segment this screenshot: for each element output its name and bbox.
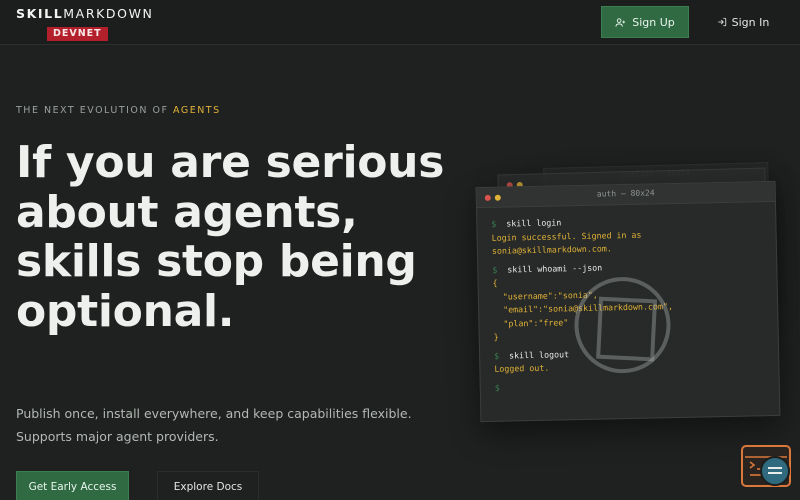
terminal-output-text: "plan":"free" bbox=[493, 316, 569, 329]
brand-name: SKILLMARKDOWN bbox=[16, 6, 154, 21]
user-plus-icon bbox=[615, 17, 626, 28]
terminal-prompt: $ bbox=[494, 381, 510, 393]
chat-avatar-icon[interactable] bbox=[760, 456, 790, 486]
terminal-output-text: } bbox=[493, 331, 499, 342]
terminal-command: skill login bbox=[506, 217, 562, 229]
top-nav: SKILLMARKDOWN DEVNET Sign Up Sign In bbox=[0, 0, 800, 45]
devnet-badge: DEVNET bbox=[47, 27, 108, 41]
terminal-output-text: Logged out. bbox=[494, 362, 550, 374]
terminal-prompt: $ bbox=[492, 264, 508, 275]
explore-docs-button[interactable]: Explore Docs bbox=[157, 471, 259, 500]
terminal-prompt: $ bbox=[493, 350, 510, 361]
get-early-access-button[interactable]: Get Early Access bbox=[16, 471, 129, 500]
hero-providers-note: Supports major agent providers. bbox=[16, 429, 219, 444]
terminal-output-text: { bbox=[492, 277, 498, 288]
hero-subtitle: Publish once, install everywhere, and ke… bbox=[16, 406, 412, 421]
hero-eyebrow: THE NEXT EVOLUTION OF AGENTS bbox=[16, 105, 221, 116]
chat-lines-icon bbox=[768, 467, 782, 474]
terminal-command: skill logout bbox=[508, 348, 570, 361]
sign-up-label: Sign Up bbox=[632, 15, 675, 29]
brand-logo[interactable]: SKILLMARKDOWN DEVNET bbox=[16, 7, 153, 41]
sign-in-button[interactable]: Sign In bbox=[711, 6, 775, 38]
terminal-title: auth — 80x24 bbox=[596, 188, 655, 199]
terminal-output: $ skill login Login successful. Signed in… bbox=[477, 202, 779, 405]
terminal-output-text: Login successful. Signed in as bbox=[491, 229, 642, 243]
hero-headline: If you are serious about agents, skills … bbox=[16, 137, 445, 337]
terminal-window: auth — 80x24 $ skill login Login successf… bbox=[475, 180, 781, 423]
terminal-output-text: sonia@skillmarkdown.com. bbox=[491, 243, 612, 256]
terminal-command: skill whoami --json bbox=[507, 262, 603, 275]
sign-up-button[interactable]: Sign Up bbox=[601, 6, 689, 38]
terminal-prompt: $ bbox=[491, 218, 507, 229]
log-in-icon bbox=[717, 17, 727, 27]
sign-in-label: Sign In bbox=[731, 15, 770, 29]
